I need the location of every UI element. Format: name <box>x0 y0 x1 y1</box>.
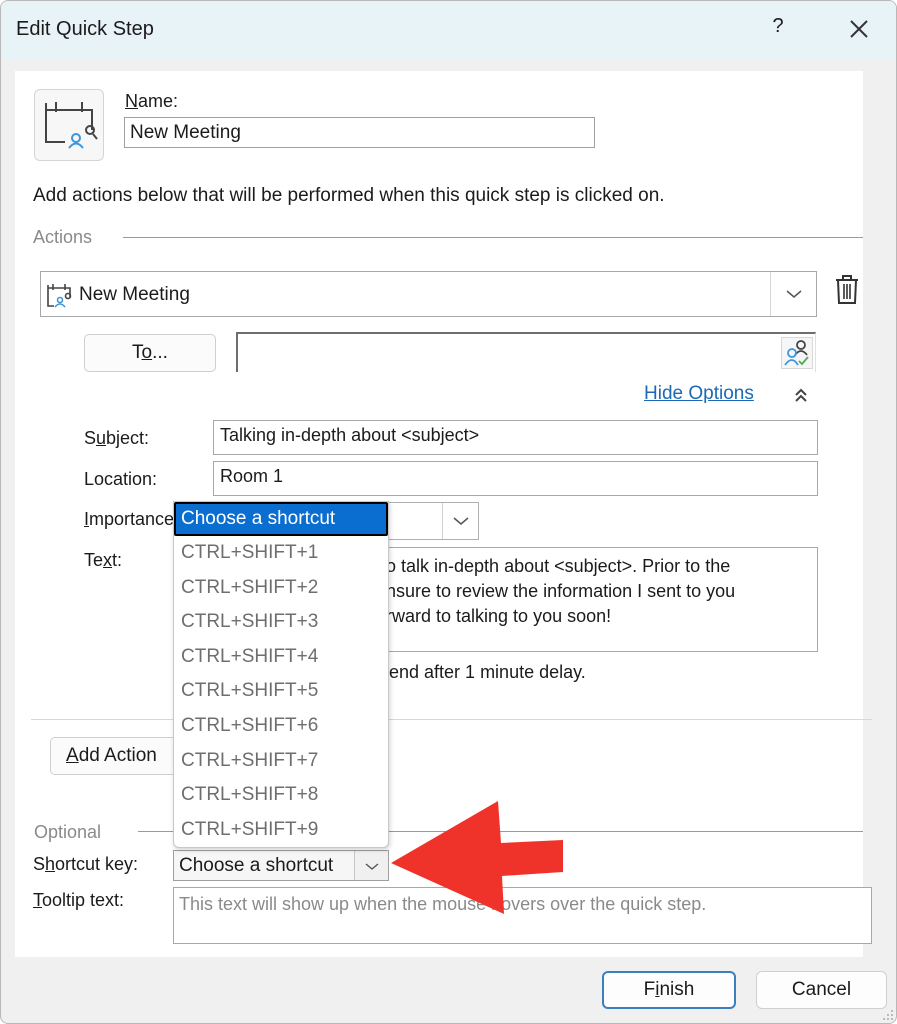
finish-button[interactable]: Finish <box>602 971 736 1009</box>
tooltip-text-label: Tooltip text: <box>33 890 124 911</box>
to-recipients-input[interactable] <box>236 332 816 372</box>
shortcut-option[interactable]: CTRL+SHIFT+2 <box>174 571 388 606</box>
action-type-value: New Meeting <box>79 284 190 305</box>
shortcut-option[interactable]: Choose a shortcut <box>174 502 388 536</box>
importance-dropdown-button[interactable] <box>442 503 478 539</box>
name-label: Name: <box>125 91 178 112</box>
action-type-dropdown-button[interactable] <box>770 272 816 316</box>
name-input[interactable] <box>124 117 595 148</box>
to-button-mnemonic: o <box>141 342 153 363</box>
subject-label-mnemonic: u <box>96 428 107 448</box>
actions-section-divider <box>123 237 863 238</box>
shortcut-option[interactable]: CTRL+SHIFT+5 <box>174 674 388 709</box>
calendar-meeting-icon <box>45 102 98 149</box>
chevron-down-icon <box>365 863 379 870</box>
dialog-title: Edit Quick Step <box>16 18 154 40</box>
shortcut-key-label: Shortcut key: <box>33 854 138 875</box>
actions-divider <box>31 719 872 720</box>
text-label: Text: <box>84 550 122 571</box>
location-input[interactable]: Room 1 <box>213 461 818 496</box>
name-label-text: ame: <box>138 91 179 111</box>
shortcut-label-rest: ortcut key: <box>55 854 139 874</box>
quick-step-icon-button[interactable] <box>34 89 104 161</box>
address-book-check-icon <box>784 340 809 366</box>
shortcut-option[interactable]: CTRL+SHIFT+4 <box>174 640 388 675</box>
shortcut-option[interactable]: CTRL+SHIFT+1 <box>174 536 388 571</box>
check-names-button[interactable] <box>781 337 813 369</box>
chevron-down-icon <box>453 517 469 525</box>
to-button[interactable]: To... <box>84 334 216 372</box>
shortcut-option[interactable]: CTRL+SHIFT+3 <box>174 605 388 640</box>
help-button[interactable]: ? <box>767 15 789 43</box>
delete-action-button[interactable] <box>833 273 861 307</box>
edit-quick-step-dialog: Edit Quick Step ? Name: Add actions belo… <box>0 0 897 1024</box>
cancel-button[interactable]: Cancel <box>756 971 887 1009</box>
title-bar: Edit Quick Step ? <box>1 1 896 59</box>
double-chevron-up-icon <box>795 388 807 402</box>
text-label-mnemonic: x <box>103 550 113 570</box>
action-type-dropdown[interactable]: New Meeting <box>40 271 817 317</box>
subject-input[interactable]: Talking in-depth about <subject> <box>213 420 818 455</box>
location-label: Location: <box>84 469 158 489</box>
shortcut-option[interactable]: CTRL+SHIFT+8 <box>174 778 388 813</box>
shortcut-option[interactable]: CTRL+SHIFT+6 <box>174 709 388 744</box>
importance-label-text: mportance: <box>89 509 180 529</box>
send-delay-note: end after 1 minute delay. <box>389 662 586 682</box>
close-button[interactable] <box>843 13 875 45</box>
shortcut-key-dropdown-button[interactable] <box>354 851 388 880</box>
subject-label-text: S <box>84 428 97 448</box>
chevron-down-icon <box>786 290 802 298</box>
importance-label: Importance: <box>84 509 179 530</box>
subject-label-rest: bject: <box>106 428 150 448</box>
optional-section-label: Optional <box>34 822 102 842</box>
hide-options-link[interactable]: Hide Options <box>644 383 754 405</box>
shortcut-option[interactable]: CTRL+SHIFT+7 <box>174 744 388 779</box>
to-button-text: T <box>132 342 142 363</box>
finish-text: F <box>643 979 656 1000</box>
finish-text-rest: nish <box>659 979 695 1000</box>
to-button-ellipsis: ... <box>152 342 168 363</box>
add-action-text: dd Action <box>78 745 157 766</box>
resize-grip-icon[interactable] <box>882 1009 894 1021</box>
shortcut-options-list[interactable]: Choose a shortcut CTRL+SHIFT+1 CTRL+SHIFT+… <box>173 501 389 848</box>
actions-section-label: Actions <box>33 227 93 247</box>
trash-icon <box>836 275 858 304</box>
subject-label: Subject: <box>84 428 149 449</box>
shortcut-key-dropdown[interactable]: Choose a shortcut <box>173 850 389 881</box>
shortcut-label-text: S <box>33 854 46 874</box>
instructions-text: Add actions below that will be performed… <box>33 185 665 206</box>
red-arrow-annotation <box>391 801 563 914</box>
text-label-rest: t: <box>112 550 123 570</box>
close-icon <box>850 20 868 38</box>
hide-options-toggle[interactable] <box>793 386 809 404</box>
calendar-meeting-icon <box>47 284 72 308</box>
shortcut-key-value: Choose a shortcut <box>179 855 334 876</box>
shortcut-label-mnemonic: h <box>45 854 56 874</box>
tooltip-label-text: ooltip text: <box>42 890 125 910</box>
add-action-mnemonic: A <box>66 745 79 766</box>
shortcut-option[interactable]: CTRL+SHIFT+9 <box>174 813 388 848</box>
text-label-text: Te <box>84 550 104 570</box>
name-label-mnemonic: N <box>125 91 138 111</box>
tooltip-label-mnemonic: T <box>33 890 42 910</box>
